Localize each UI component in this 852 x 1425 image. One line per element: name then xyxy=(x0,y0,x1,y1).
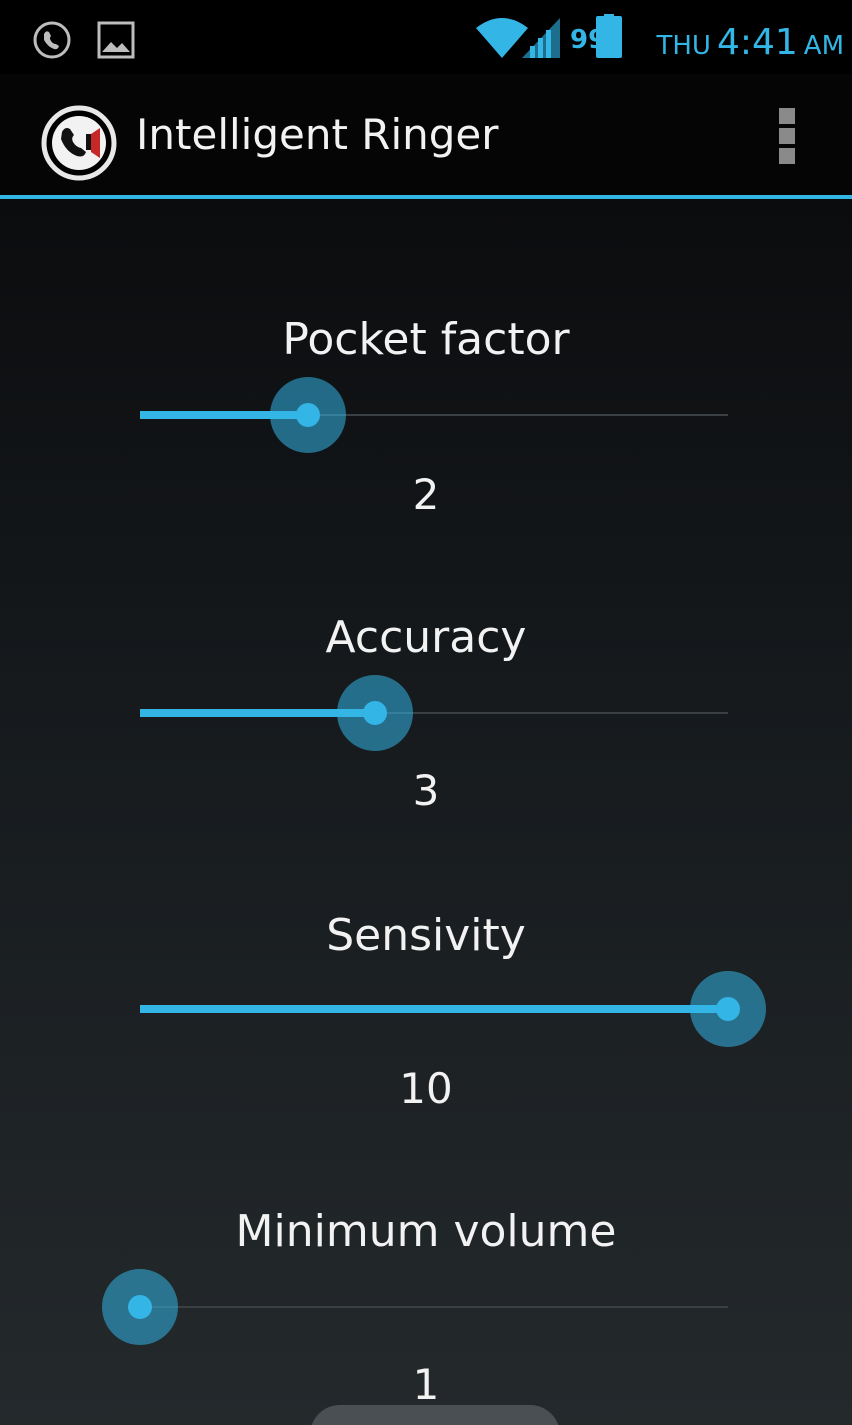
minimum-volume-slider[interactable] xyxy=(102,1262,728,1352)
signal-icon xyxy=(522,18,560,58)
slider-track xyxy=(140,1306,728,1308)
pocket-factor-label: Pocket factor xyxy=(282,314,570,365)
minimum-volume-value: 1 xyxy=(412,1360,440,1409)
status-clock: THU 4:41 AM xyxy=(656,22,844,63)
missed-call-icon xyxy=(33,21,71,59)
pocket-factor-slider[interactable] xyxy=(140,370,728,460)
slider-thumb[interactable] xyxy=(270,377,347,453)
battery-level: 99 xyxy=(570,25,606,55)
status-bar: 99 THU 4:41 AM xyxy=(0,0,852,74)
accuracy-value: 3 xyxy=(412,766,440,815)
app-title: Intelligent Ringer xyxy=(136,110,499,159)
pocket-factor-value: 2 xyxy=(412,470,440,519)
bottom-button[interactable] xyxy=(310,1405,560,1425)
screen: 99 THU 4:41 AM Intelligent Ringer Pocket f… xyxy=(0,0,852,1425)
minimum-volume-label: Minimum volume xyxy=(235,1206,617,1257)
sensivity-value: 10 xyxy=(399,1064,453,1113)
overflow-menu-icon[interactable] xyxy=(770,104,804,174)
status-time: 4:41 xyxy=(716,22,798,63)
action-bar-divider xyxy=(0,195,852,199)
status-day: THU xyxy=(656,31,711,61)
slider-thumb[interactable] xyxy=(337,675,414,751)
slider-fill xyxy=(140,1005,728,1013)
status-ampm: AM xyxy=(803,31,844,61)
accuracy-slider[interactable] xyxy=(140,668,728,758)
image-icon xyxy=(97,21,135,59)
phone-speaker-icon[interactable] xyxy=(40,104,118,182)
accuracy-label: Accuracy xyxy=(325,612,527,663)
slider-thumb[interactable] xyxy=(690,971,766,1047)
sensivity-label: Sensivity xyxy=(326,910,526,961)
slider-thumb[interactable] xyxy=(102,1269,178,1345)
sensivity-slider[interactable] xyxy=(140,964,766,1054)
battery-icon: 99 xyxy=(570,14,622,58)
